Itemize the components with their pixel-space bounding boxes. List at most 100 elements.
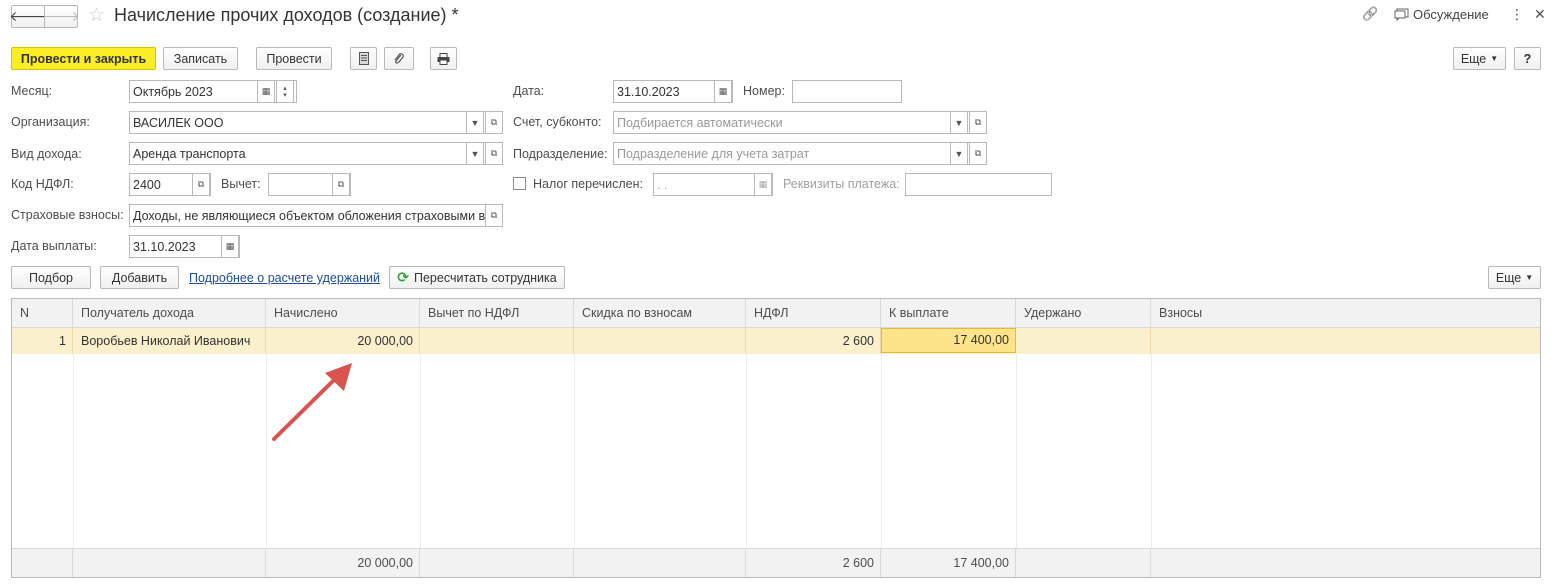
column-header-contribution-discount[interactable]: Скидка по взносам xyxy=(574,299,746,328)
select-button[interactable]: Подбор xyxy=(11,266,91,289)
table-more-label: Еще xyxy=(1495,270,1522,285)
cell-n[interactable]: 1 xyxy=(12,328,73,354)
department-placeholder: Подразделение для учета затрат xyxy=(617,146,810,161)
organization-field[interactable]: ВАСИЛЕК ООО ▼ ⧉ xyxy=(129,111,503,134)
report-button[interactable] xyxy=(350,47,377,70)
open-icon[interactable]: ⧉ xyxy=(969,143,986,164)
footer-cell-recipient xyxy=(73,549,266,577)
dropdown-arrow-icon[interactable]: ▼ xyxy=(950,143,968,164)
dropdown-arrow-icon: ▼ xyxy=(1490,54,1499,63)
footer-cell-contributions xyxy=(1151,549,1540,577)
more-button[interactable]: Еще ▼ xyxy=(1453,47,1506,70)
income-type-field[interactable]: Аренда транспорта ▼ ⧉ xyxy=(129,142,503,165)
account-placeholder: Подбирается автоматически xyxy=(617,115,783,130)
column-divider xyxy=(746,354,747,548)
month-field[interactable]: Октябрь 2023 ▦ ▴ ▾ xyxy=(129,80,297,103)
footer-cell-n xyxy=(12,549,73,577)
column-header-withheld[interactable]: Удержано xyxy=(1016,299,1151,328)
dropdown-arrow-icon[interactable]: ▼ xyxy=(950,112,968,133)
dropdown-arrow-icon[interactable]: ▼ xyxy=(466,143,484,164)
link-icon[interactable]: 🔗 xyxy=(1362,6,1378,22)
column-divider xyxy=(266,354,267,548)
calendar-icon[interactable]: ▦ xyxy=(257,81,275,102)
payment-date-label: Дата выплаты: xyxy=(11,239,97,253)
total-accrued: 20 000,00 xyxy=(266,549,420,577)
cell-withheld[interactable] xyxy=(1016,328,1151,354)
discussion-label: Обсуждение xyxy=(1413,7,1489,22)
add-button[interactable]: Добавить xyxy=(100,266,179,289)
accruals-table[interactable]: N Получатель дохода Начислено Вычет по Н… xyxy=(11,298,1541,578)
open-icon[interactable]: ⧉ xyxy=(485,205,502,226)
payment-date-value: 31.10.2023 xyxy=(133,239,196,254)
cell-recipient[interactable]: Воробьев Николай Иванович xyxy=(73,328,266,354)
tax-transferred-date-field[interactable]: . . ▦ xyxy=(653,173,773,196)
open-icon[interactable]: ⧉ xyxy=(969,112,986,133)
cell-contributions[interactable] xyxy=(1151,328,1540,354)
table-row[interactable]: 1 Воробьев Николай Иванович 20 000,00 2 … xyxy=(12,328,1540,354)
document-list-icon xyxy=(358,52,369,65)
attach-button[interactable] xyxy=(384,47,414,70)
insurance-value: Доходы, не являющиеся объектом обложения… xyxy=(133,208,485,223)
cell-payout[interactable]: 17 400,00 xyxy=(881,328,1016,353)
open-icon[interactable]: ⧉ xyxy=(332,174,350,195)
column-header-ndfl-deduction[interactable]: Вычет по НДФЛ xyxy=(420,299,574,328)
help-button[interactable]: ? xyxy=(1514,47,1541,70)
open-icon[interactable]: ⧉ xyxy=(485,143,502,164)
month-value: Октябрь 2023 xyxy=(133,84,213,99)
annotation-arrow xyxy=(272,363,352,441)
income-type-label: Вид дохода: xyxy=(11,147,82,161)
column-header-recipient[interactable]: Получатель дохода xyxy=(73,299,266,328)
table-footer: 20 000,00 2 600 17 400,00 xyxy=(12,548,1540,577)
calendar-icon[interactable]: ▦ xyxy=(221,236,239,257)
month-label: Месяц: xyxy=(11,84,53,98)
deduction-field[interactable]: ⧉ xyxy=(268,173,351,196)
column-divider xyxy=(420,354,421,548)
account-field[interactable]: Подбирается автоматически ▼ ⧉ xyxy=(613,111,987,134)
cell-ndfl-deduction[interactable] xyxy=(420,328,574,354)
open-icon[interactable]: ⧉ xyxy=(192,174,210,195)
department-field[interactable]: Подразделение для учета затрат ▼ ⧉ xyxy=(613,142,987,165)
more-vertical-icon[interactable]: ⋮ xyxy=(1510,6,1524,23)
save-button[interactable]: Записать xyxy=(163,47,238,70)
table-header: N Получатель дохода Начислено Вычет по Н… xyxy=(12,299,1540,328)
back-button[interactable]: 🡐 xyxy=(9,6,47,27)
ndfl-code-field[interactable]: 2400 ⧉ xyxy=(129,173,211,196)
payment-details-field[interactable] xyxy=(905,173,1052,196)
recalculate-button[interactable]: ⟳ Пересчитать сотрудника xyxy=(389,266,565,289)
discussion-button[interactable]: Обсуждение xyxy=(1394,7,1489,22)
forward-button[interactable]: 🡒 xyxy=(42,6,80,27)
printer-icon xyxy=(437,52,450,65)
insurance-label: Страховые взносы: xyxy=(11,208,124,222)
close-icon[interactable]: ✕ xyxy=(1534,6,1546,23)
column-header-accrued[interactable]: Начислено xyxy=(266,299,420,328)
column-divider xyxy=(881,354,882,548)
column-header-contributions[interactable]: Взносы xyxy=(1151,299,1540,328)
calendar-icon[interactable]: ▦ xyxy=(754,174,772,195)
total-payout: 17 400,00 xyxy=(881,549,1016,577)
number-field[interactable] xyxy=(792,80,902,103)
insurance-field[interactable]: Доходы, не являющиеся объектом обложения… xyxy=(129,204,503,227)
cell-accrued[interactable]: 20 000,00 xyxy=(266,328,420,354)
footer-cell-discount xyxy=(574,549,746,577)
income-type-value: Аренда транспорта xyxy=(133,146,246,161)
column-header-payout[interactable]: К выплате xyxy=(881,299,1016,328)
payment-date-field[interactable]: 31.10.2023 ▦ xyxy=(129,235,240,258)
total-ndfl: 2 600 xyxy=(746,549,881,577)
print-button[interactable] xyxy=(430,47,457,70)
table-more-button[interactable]: Еще ▼ xyxy=(1488,266,1541,289)
details-link[interactable]: Подробнее о расчете удержаний xyxy=(189,271,380,285)
number-label: Номер: xyxy=(743,84,785,98)
column-header-ndfl[interactable]: НДФЛ xyxy=(746,299,881,328)
post-and-close-button[interactable]: Провести и закрыть xyxy=(11,47,156,70)
open-icon[interactable]: ⧉ xyxy=(485,112,502,133)
month-stepper[interactable]: ▴ ▾ xyxy=(276,81,294,102)
cell-contribution-discount[interactable] xyxy=(574,328,746,354)
column-header-n[interactable]: N xyxy=(12,299,73,328)
post-button[interactable]: Провести xyxy=(256,47,332,70)
tax-transferred-checkbox[interactable] xyxy=(513,177,526,190)
calendar-icon[interactable]: ▦ xyxy=(714,81,732,102)
cell-ndfl[interactable]: 2 600 xyxy=(746,328,881,354)
date-field[interactable]: 31.10.2023 ▦ xyxy=(613,80,733,103)
dropdown-arrow-icon[interactable]: ▼ xyxy=(466,112,484,133)
favorite-star-icon[interactable]: ☆ xyxy=(88,4,105,27)
